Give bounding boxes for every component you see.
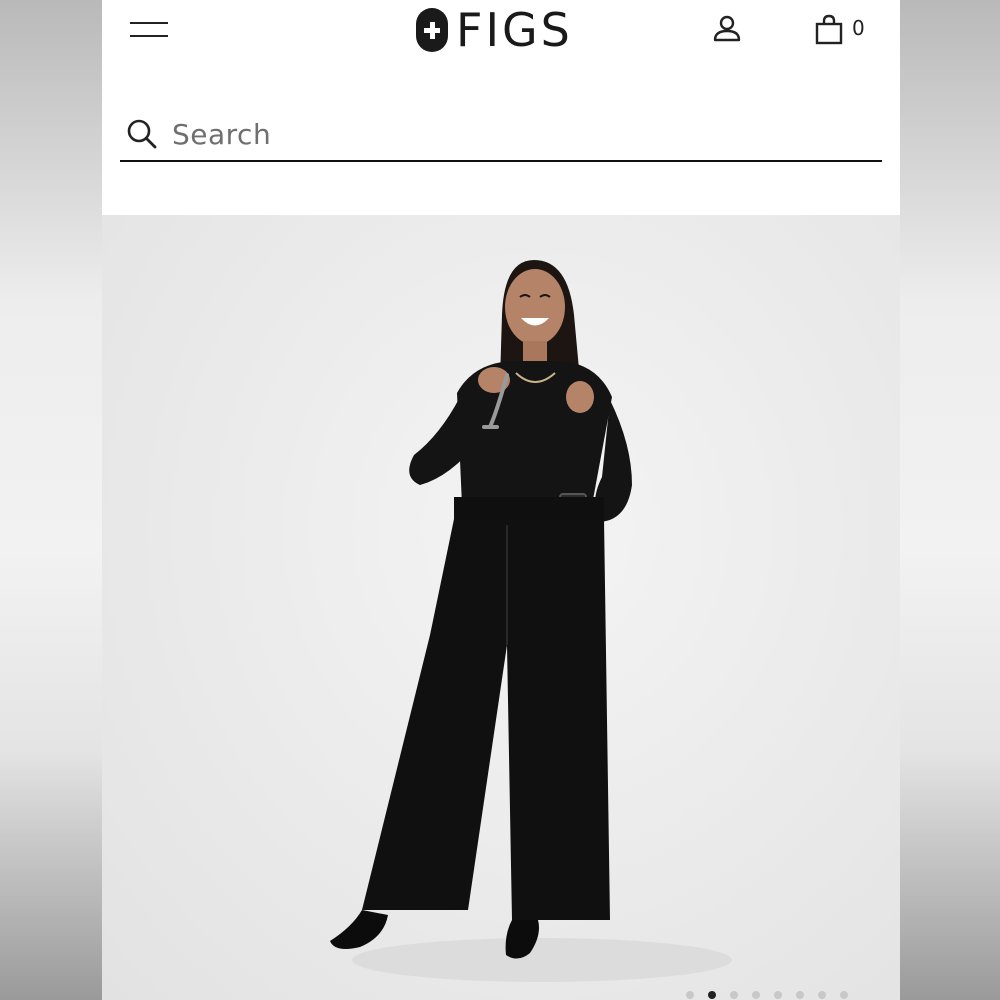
hamburger-menu-icon[interactable]	[130, 20, 170, 40]
left-bezel	[0, 0, 102, 1000]
carousel-dot[interactable]	[818, 991, 826, 999]
carousel-dot[interactable]	[840, 991, 848, 999]
site-header: FIGS 0	[102, 0, 900, 70]
model-photo	[330, 260, 732, 982]
carousel-dot[interactable]	[774, 991, 782, 999]
bag-count-badge[interactable]: 0	[852, 16, 865, 40]
person-icon[interactable]	[712, 14, 742, 44]
shopping-bag-icon[interactable]	[814, 14, 844, 46]
carousel-indicators	[686, 991, 848, 999]
menu-line	[130, 22, 168, 24]
right-bezel	[898, 0, 1000, 1000]
phone-screen: FIGS 0 Search	[102, 0, 900, 1000]
carousel-dot[interactable]	[686, 991, 694, 999]
menu-line	[130, 35, 168, 37]
carousel-dot[interactable]	[752, 991, 760, 999]
search-placeholder: Search	[172, 118, 272, 151]
search-field[interactable]: Search	[120, 110, 882, 162]
photo-frame: FIGS 0 Search	[0, 0, 1000, 1000]
brand-name: FIGS	[456, 3, 573, 57]
search-icon	[127, 119, 157, 149]
brand-logo[interactable]: FIGS	[416, 4, 573, 56]
figs-cross-logo-icon	[416, 8, 448, 52]
carousel-dot[interactable]	[730, 991, 738, 999]
carousel-dot[interactable]	[796, 991, 804, 999]
carousel-dot[interactable]	[708, 991, 716, 999]
product-hero-image[interactable]	[102, 215, 900, 1000]
